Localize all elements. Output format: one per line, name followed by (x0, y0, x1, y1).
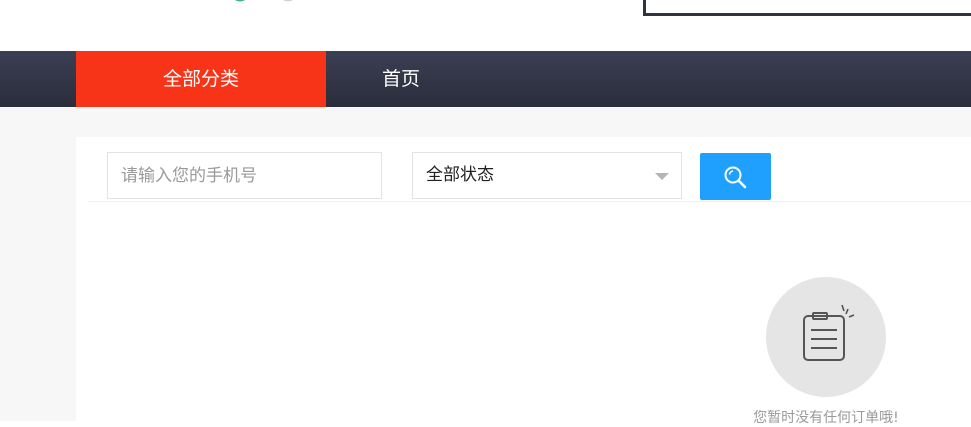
filter-bar: 全部状态 (76, 137, 971, 202)
chevron-down-icon (655, 173, 669, 180)
header-search-box[interactable] (643, 0, 971, 16)
orders-panel: 全部状态 您暂时没有任何订单哦! (76, 137, 971, 426)
status-dropdown[interactable]: 全部状态 (412, 152, 682, 199)
phone-search-input[interactable] (107, 152, 382, 199)
clipboard-icon (803, 304, 855, 361)
nav-all-categories[interactable]: 全部分类 (76, 51, 326, 107)
header-area (0, 0, 971, 51)
search-button[interactable] (700, 153, 771, 200)
search-icon (724, 166, 747, 189)
logo (234, 0, 294, 2)
empty-state-badge (766, 277, 886, 397)
main-navbar: 全部分类 首页 (0, 51, 971, 107)
status-selected-label: 全部状态 (426, 165, 494, 185)
nav-home[interactable]: 首页 (326, 51, 476, 107)
filter-divider (88, 201, 971, 202)
empty-state-message: 您暂时没有任何订单哦! (753, 410, 899, 426)
